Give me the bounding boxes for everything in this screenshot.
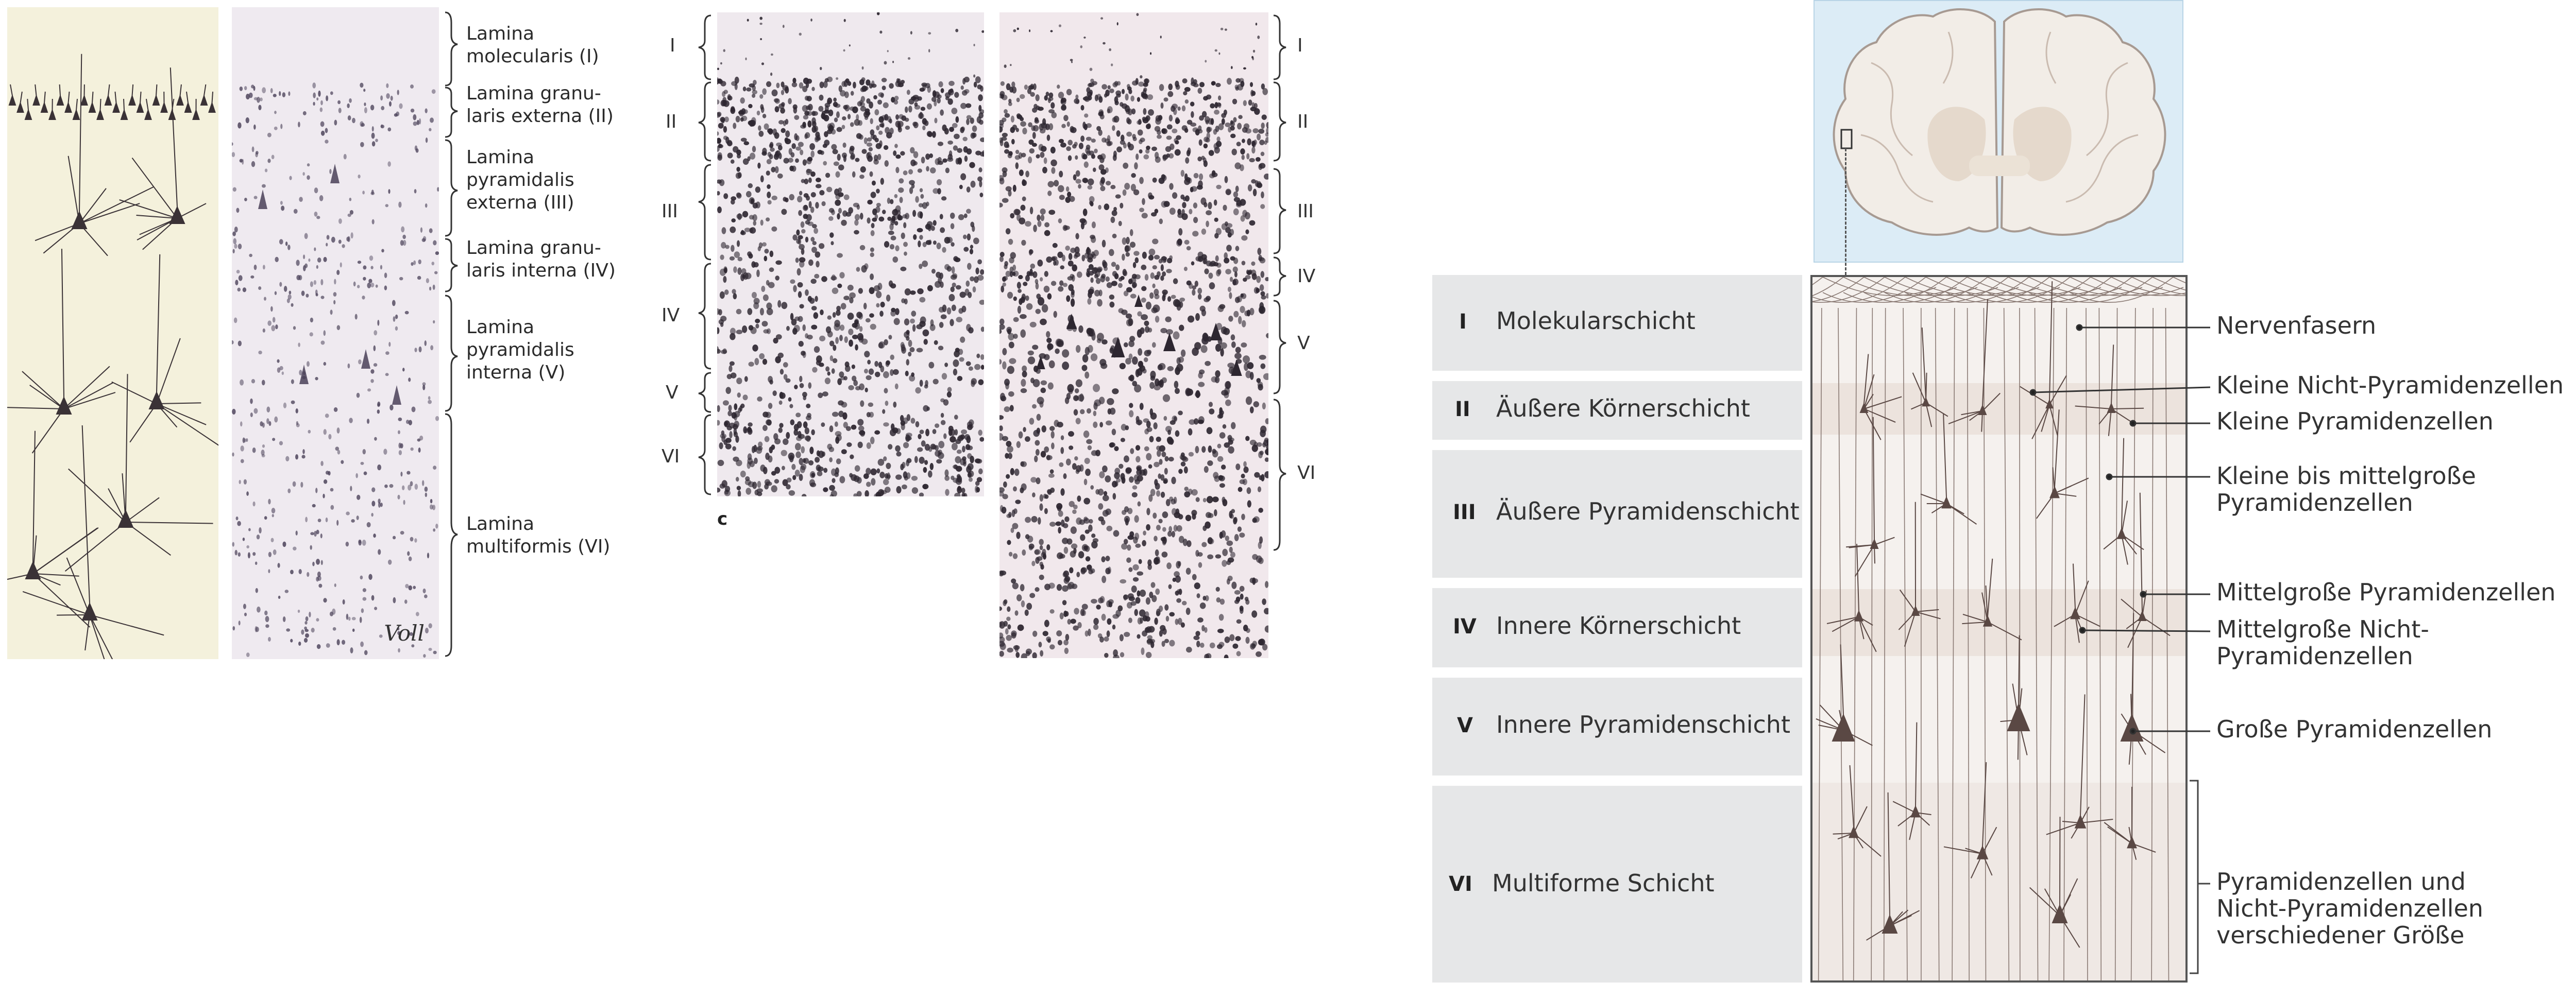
annotation-grosse-pyramidenzellen: Große Pyramidenzellen (2216, 715, 2493, 743)
annotation-mittelgrosse-nicht-pyramidenzellen: Mittelgroße Nicht-Pyramidenzellen (2216, 615, 2430, 670)
annotation-nervenfasern: Nervenfasern (2216, 312, 2377, 339)
annotation-leader-lines (2029, 324, 2211, 974)
annotation-mittelgrosse-pyramidenzellen: Mittelgroße Pyramidenzellen (2216, 578, 2556, 606)
annotation-kleine-bis-mittelgrosse-pyramidenzellen: Kleine bis mittelgroße Pyramidenzellen (2216, 462, 2476, 516)
annotation-kleine-pyramidenzellen: Kleine Pyramidenzellen (2216, 407, 2494, 435)
annotation-pyramiden-und-nicht-pyramidenzellen: Pyramidenzellen und Nicht-Pyramidenzelle… (2216, 868, 2484, 949)
annotation-kleine-nicht-pyramidenzellen: Kleine Nicht-Pyramidenzellen (2216, 371, 2564, 399)
